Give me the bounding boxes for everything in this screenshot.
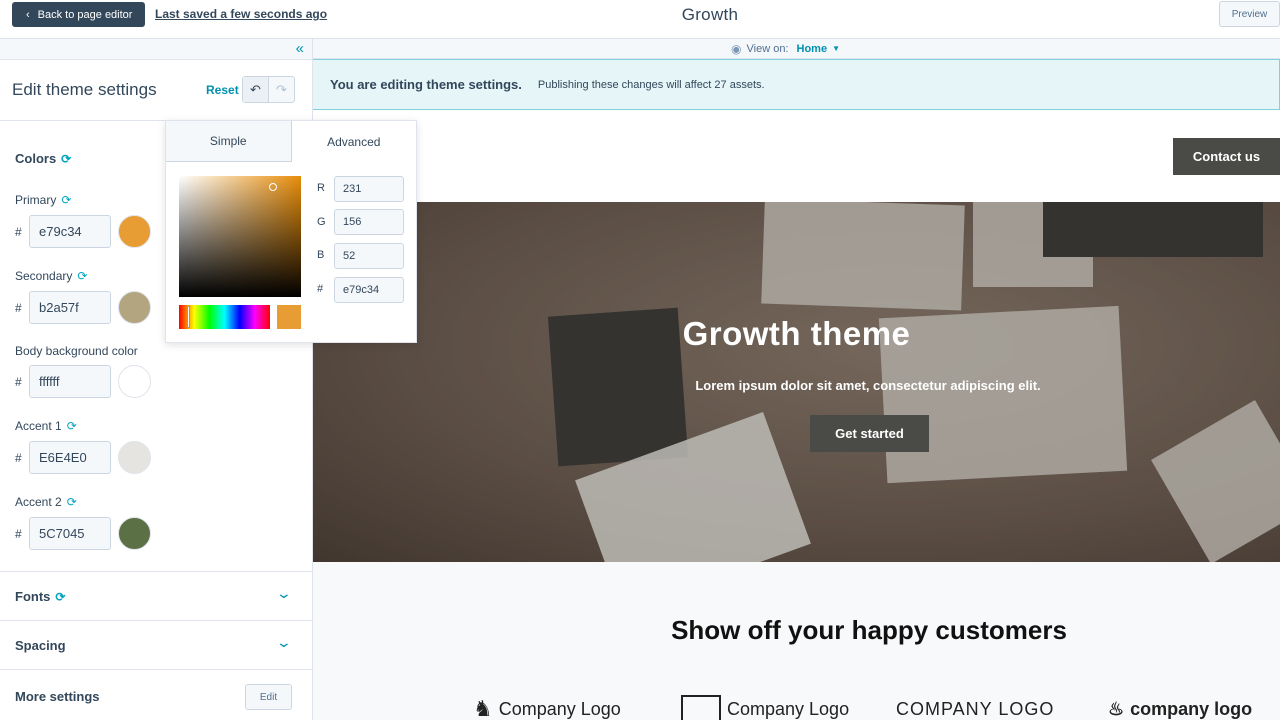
sync-icon: ⟳ — [77, 269, 88, 283]
hash-symbol: # — [15, 225, 22, 239]
notice-text: Publishing these changes will affect 27 … — [537, 78, 765, 91]
page-preview: ◉ View on: Home ▼ You are editing theme … — [313, 39, 1280, 720]
undo-icon[interactable]: ↶ — [243, 77, 269, 102]
hue-slider[interactable] — [179, 305, 270, 329]
top-bar: ‹ Back to page editor Last saved a few s… — [0, 0, 1280, 39]
sidebar-title: Edit theme settings — [12, 80, 157, 99]
fonts-accordion[interactable]: Fonts ⟳ ⌄ — [0, 571, 312, 620]
secondary-hex-input[interactable]: b2a57f — [29, 291, 111, 324]
flame-logo-icon: ♨ — [1108, 698, 1125, 719]
hero-section: Growth theme Lorem ipsum dolor sit amet,… — [313, 202, 1280, 562]
hash-symbol: # — [15, 451, 22, 465]
g-input[interactable]: 156 — [334, 209, 404, 235]
b-label: B — [317, 249, 325, 261]
more-settings-title: More settings — [15, 689, 100, 704]
hero-subtitle: Lorem ipsum dolor sit amet, consectetur … — [695, 378, 1041, 393]
primary-hex-input[interactable]: e79c34 — [29, 215, 111, 248]
lion-logo-icon: ♞ — [473, 696, 493, 720]
g-label: G — [317, 216, 326, 228]
accent-2-hex-input[interactable]: 5C7045 — [29, 517, 111, 550]
primary-color-swatch[interactable] — [118, 215, 151, 248]
view-on-dropdown[interactable]: Home — [797, 43, 828, 55]
view-on-label: View on: — [746, 42, 789, 55]
undo-redo-group: ↶ ↷ — [242, 76, 295, 103]
hash-symbol: # — [15, 301, 22, 315]
hash-symbol: # — [15, 527, 22, 541]
selected-color-preview — [277, 305, 301, 329]
color-handle[interactable] — [269, 183, 277, 191]
logo-text: COMPANY LOGO — [896, 698, 1055, 719]
page-name: Growth — [681, 5, 739, 24]
logo-text: company logo — [1130, 698, 1253, 719]
customer-logo: ♨ company logo — [1108, 694, 1252, 720]
redo-icon[interactable]: ↷ — [269, 77, 294, 102]
secondary-label: Secondary ⟳ — [15, 269, 87, 283]
sync-icon: ⟳ — [61, 151, 72, 166]
collapse-strip: « — [0, 39, 312, 60]
accent-1-hex-input[interactable]: E6E4E0 — [29, 441, 111, 474]
hash-symbol: # — [15, 375, 22, 389]
body-background-label: Body background color — [15, 344, 138, 358]
customer-logo: ♞ Company Logo — [473, 694, 621, 720]
customers-section: Show off your happy customers ♞ Company … — [313, 562, 1280, 720]
body-background-label-text: Body background color — [15, 344, 138, 358]
accent-2-label-text: Accent 2 — [15, 495, 62, 509]
eye-icon: ◉ — [731, 41, 742, 56]
reset-link[interactable]: Reset — [206, 83, 239, 97]
tab-simple[interactable]: Simple — [166, 121, 292, 162]
get-started-button[interactable]: Get started — [810, 415, 929, 452]
secondary-label-text: Secondary — [15, 269, 73, 283]
preview-button[interactable]: Preview — [1219, 1, 1280, 27]
logo-text: Company Logo — [498, 698, 621, 719]
logo-text: Company Logo — [727, 698, 850, 719]
body-background-hex-input[interactable]: ffffff — [29, 365, 111, 398]
accent-1-label: Accent 1 ⟳ — [15, 419, 77, 433]
sidebar-header: Edit theme settings Reset ↶ ↷ — [0, 60, 312, 121]
hue-handle[interactable] — [187, 306, 190, 328]
hex-label: # — [317, 283, 324, 295]
spacing-title: Spacing — [15, 638, 66, 653]
b-input[interactable]: 52 — [334, 243, 404, 269]
customers-title: Show off your happy customers — [671, 615, 1067, 645]
sync-icon: ⟳ — [55, 589, 66, 604]
accent-2-color-swatch[interactable] — [118, 517, 151, 550]
chevron-down-icon[interactable]: ⌄ — [276, 634, 292, 651]
sync-icon: ⟳ — [66, 495, 77, 509]
fonts-title-text: Fonts — [15, 589, 51, 604]
double-chevron-left-icon[interactable]: « — [296, 40, 304, 57]
chevron-down-icon[interactable]: ⌄ — [276, 585, 292, 602]
colors-title-text: Colors — [15, 151, 57, 166]
more-settings-row: More settings Edit — [0, 669, 312, 720]
notice-title: You are editing theme settings. — [330, 77, 522, 92]
square-logo-icon — [681, 695, 721, 720]
customer-logo: Company Logo — [681, 694, 849, 720]
accent-2-label: Accent 2 ⟳ — [15, 495, 77, 509]
fonts-title: Fonts ⟳ — [15, 589, 65, 604]
hero-title: Growth theme — [682, 315, 911, 352]
primary-label: Primary ⟳ — [15, 193, 71, 207]
accent-1-color-swatch[interactable] — [118, 441, 151, 474]
editing-notice-banner: You are editing theme settings. Publishi… — [313, 59, 1280, 110]
picker-hex-input[interactable]: e79c34 — [334, 277, 404, 303]
caret-down-icon[interactable]: ▼ — [832, 44, 840, 53]
view-on-bar: ◉ View on: Home ▼ — [313, 39, 1280, 59]
body-background-color-swatch[interactable] — [118, 365, 151, 398]
spacing-accordion[interactable]: Spacing ⌄ — [0, 620, 312, 669]
accent-1-label-text: Accent 1 — [15, 419, 62, 433]
sync-icon: ⟳ — [61, 193, 72, 207]
customer-logo: COMPANY LOGO — [896, 694, 1054, 720]
more-settings-edit-button[interactable]: Edit — [245, 684, 292, 710]
tab-advanced[interactable]: Advanced — [291, 121, 416, 162]
site-header: Contact us — [313, 111, 1280, 203]
picker-tabs: Simple Advanced — [166, 121, 416, 162]
r-label: R — [317, 182, 325, 194]
color-picker-popover: Simple Advanced R 231 G 156 B 52 # e79c3… — [165, 120, 417, 343]
primary-label-text: Primary — [15, 193, 57, 207]
colors-section-title: Colors ⟳ — [15, 151, 71, 166]
sync-icon: ⟳ — [66, 419, 77, 433]
secondary-color-swatch[interactable] — [118, 291, 151, 324]
r-input[interactable]: 231 — [334, 176, 404, 202]
contact-us-button[interactable]: Contact us — [1173, 138, 1280, 175]
saturation-value-area[interactable] — [179, 176, 301, 297]
